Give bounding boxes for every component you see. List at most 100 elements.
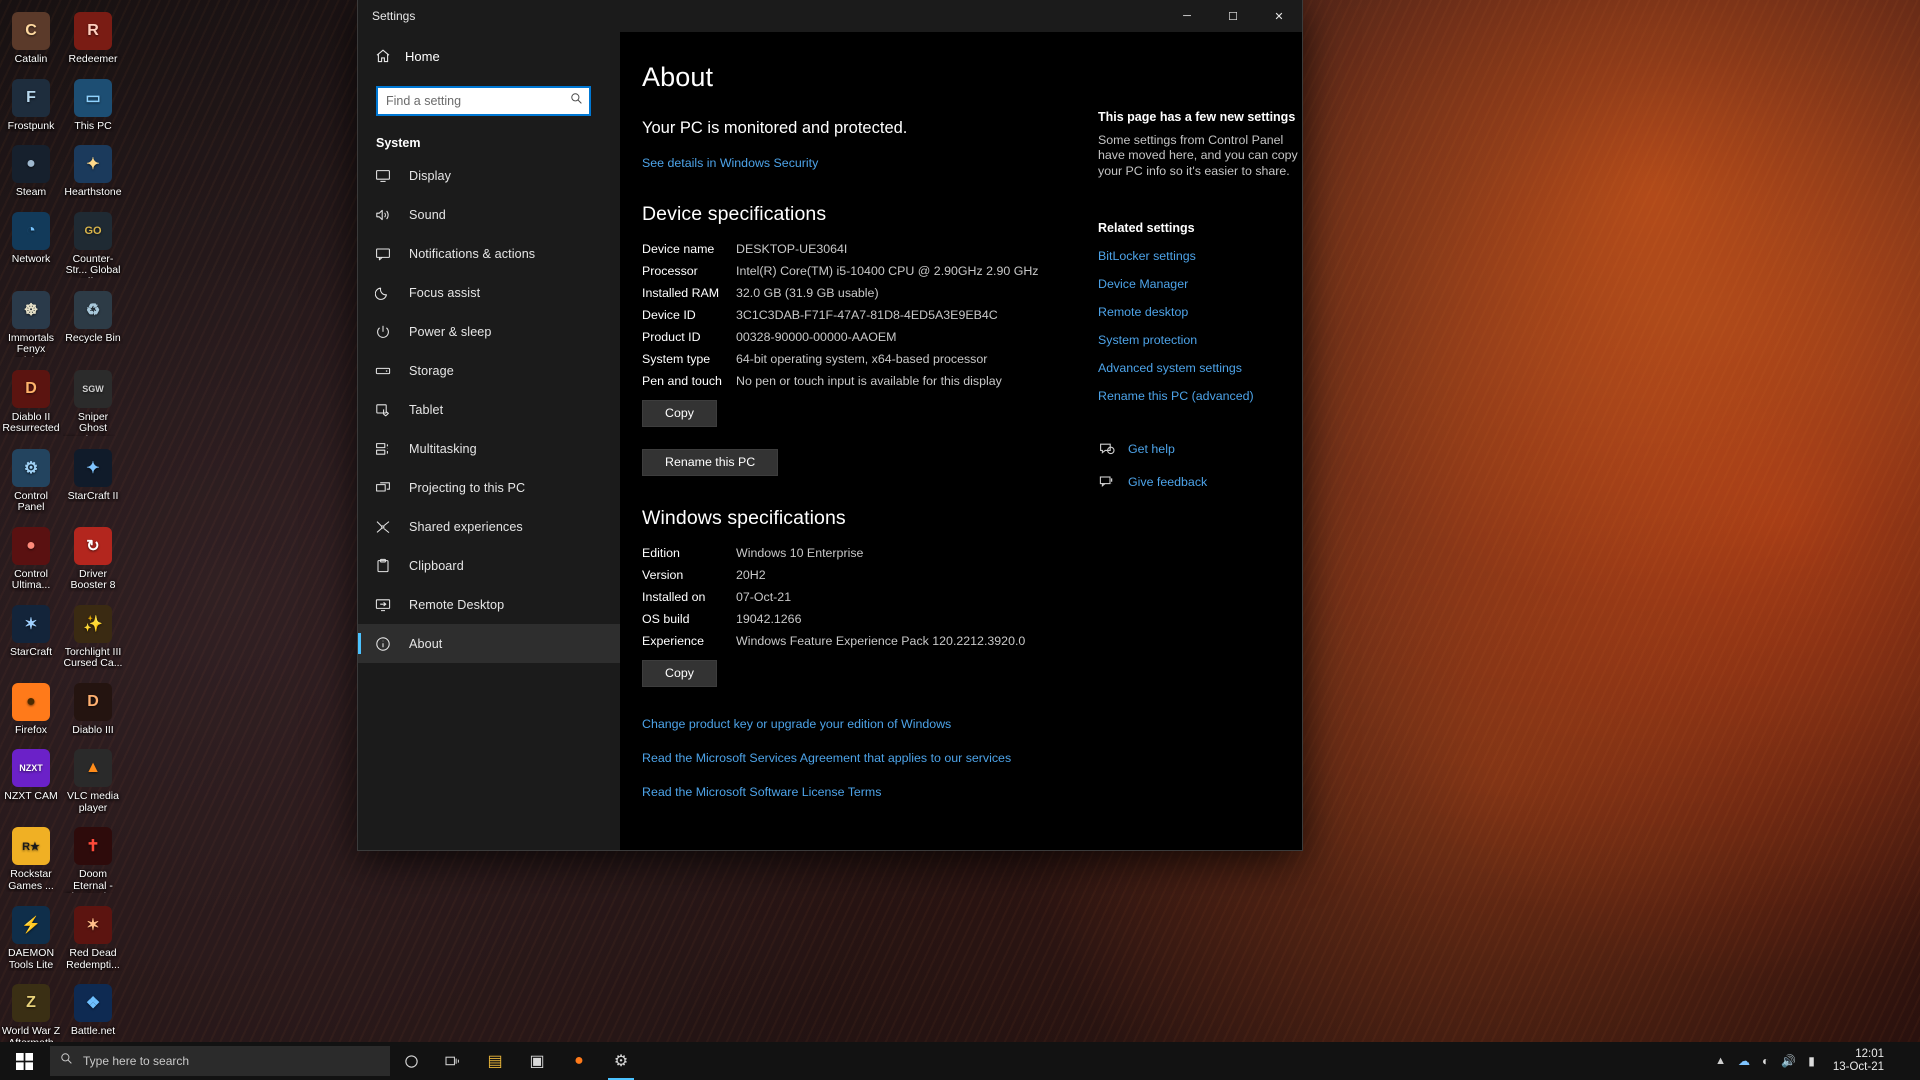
desktop-icon-label: Control Panel: [14, 490, 48, 513]
search-box[interactable]: [376, 86, 591, 116]
desktop-icon[interactable]: ↻ Driver Booster 8: [62, 521, 124, 595]
desktop-icon[interactable]: ● Steam: [0, 139, 62, 202]
microsoft-store-icon[interactable]: ▣: [516, 1042, 558, 1080]
desktop-icon[interactable]: ⚡ DAEMON Tools Lite: [0, 900, 62, 974]
about-bottom-link[interactable]: Read the Microsoft Services Agreement th…: [642, 751, 1011, 765]
cortana-button[interactable]: [390, 1042, 432, 1080]
desktop-icon[interactable]: ● Firefox: [0, 677, 62, 740]
desktop-icon[interactable]: ▭ This PC: [62, 73, 124, 136]
desktop-icon-label: Frostpunk: [7, 120, 55, 132]
related-settings-link[interactable]: BitLocker settings: [1098, 249, 1302, 263]
maximize-button[interactable]: ☐: [1210, 0, 1256, 32]
window-title: Settings: [372, 9, 416, 23]
related-settings-link[interactable]: System protection: [1098, 333, 1302, 347]
get-help-row[interactable]: Get help: [1098, 441, 1302, 457]
desktop-icon[interactable]: ▲ VLC media player: [62, 743, 124, 817]
sidebar-item-about[interactable]: About: [358, 624, 620, 663]
desktop-icon[interactable]: ❖ Battle.net: [62, 978, 124, 1052]
control-panel-icon: ⚙: [12, 448, 50, 487]
taskbar-search[interactable]: Type here to search: [50, 1046, 390, 1076]
sidebar-item-sound[interactable]: Sound: [358, 195, 620, 234]
sidebar-item-display[interactable]: Display: [358, 156, 620, 195]
sidebar-item-shared-experiences[interactable]: Shared experiences: [358, 507, 620, 546]
settings-taskbar-icon[interactable]: ⚙: [600, 1042, 642, 1080]
desktop-icon-label: Torchlight III Cursed Ca...: [63, 646, 123, 669]
get-help-link[interactable]: Get help: [1128, 442, 1175, 456]
sidebar-item-remote-desktop[interactable]: Remote Desktop: [358, 585, 620, 624]
give-feedback-link[interactable]: Give feedback: [1128, 475, 1207, 489]
spec-value: Windows 10 Enterprise: [736, 546, 864, 560]
desktop-icon[interactable]: ZWorld War Z Aftermath: [0, 978, 62, 1052]
desktop-icon-label: Control Ultima...: [11, 568, 51, 591]
desktop-icon[interactable]: ◔ Network: [0, 206, 62, 281]
desktop-icon[interactable]: GO Counter-Str... Global Offe...: [62, 206, 124, 281]
volume-tray-icon[interactable]: 🔊: [1781, 1054, 1796, 1068]
related-settings-link[interactable]: Remote desktop: [1098, 305, 1302, 319]
desktop-icon[interactable]: ✦ Hearthstone: [62, 139, 124, 202]
desktop-icon[interactable]: ● Control Ultima...: [0, 521, 62, 595]
desktop-icon[interactable]: F Frostpunk: [0, 73, 62, 136]
desktop-icon-label: Red Dead Redempti...: [66, 948, 120, 971]
sidebar-item-projecting-to-this-pc[interactable]: Projecting to this PC: [358, 468, 620, 507]
spec-value: 19042.1266: [736, 612, 802, 626]
desktop-icon[interactable]: ♻ Recycle Bin: [62, 285, 124, 360]
desktop-icon[interactable]: C Catalin: [0, 6, 62, 69]
firefox-taskbar-icon[interactable]: ●: [558, 1042, 600, 1080]
spec-key: Processor: [642, 264, 698, 278]
desktop-icon[interactable]: D Diablo II Resurrected: [0, 364, 62, 439]
desktop-icon[interactable]: ✨ Torchlight III Cursed Ca...: [62, 599, 124, 673]
battery-tray-icon[interactable]: ▮: [1808, 1054, 1815, 1068]
sidebar-item-tablet[interactable]: Tablet: [358, 390, 620, 429]
taskbar-clock[interactable]: 12:01 13-Oct-21: [1827, 1048, 1890, 1074]
wifi-tray-icon[interactable]: ◐: [1762, 1054, 1769, 1068]
desktop-icon[interactable]: NZXT NZXT CAM: [0, 743, 62, 817]
sidebar-item-notifications-actions[interactable]: Notifications & actions: [358, 234, 620, 273]
about-bottom-link[interactable]: Change product key or upgrade your editi…: [642, 717, 951, 731]
search-icon[interactable]: [570, 92, 583, 110]
give-feedback-row[interactable]: Give feedback: [1098, 474, 1302, 490]
desktop-icon[interactable]: ✦ StarCraft II: [62, 443, 124, 517]
task-view-button[interactable]: [432, 1042, 474, 1080]
desktop-icon[interactable]: R★ Rockstar Games ...: [0, 821, 62, 896]
device-copy-button[interactable]: Copy: [642, 400, 717, 427]
network-icon: ◔: [12, 211, 50, 250]
desktop-icon[interactable]: D Diablo III: [62, 677, 124, 740]
onedrive-tray-icon[interactable]: ☁: [1738, 1054, 1750, 1068]
spec-row: Pen and touch No pen or touch input is av…: [642, 374, 1038, 396]
sidebar-item-power-sleep[interactable]: Power & sleep: [358, 312, 620, 351]
related-settings-link[interactable]: Advanced system settings: [1098, 361, 1302, 375]
file-explorer-icon[interactable]: ▤: [474, 1042, 516, 1080]
desktop-icon-label: Hearthstone: [64, 187, 122, 198]
clipboard-icon: [374, 557, 391, 574]
sidebar-item-storage[interactable]: Storage: [358, 351, 620, 390]
desktop-icon[interactable]: SGW Sniper Ghost Warrior Co...: [62, 364, 124, 439]
desktop-icon[interactable]: ✶ Red Dead Redempti...: [62, 900, 124, 974]
windows-copy-button[interactable]: Copy: [642, 660, 717, 687]
close-button[interactable]: ✕: [1256, 0, 1302, 32]
windows-security-link[interactable]: See details in Windows Security: [642, 156, 818, 170]
about-main-column: About Your PC is monitored and protected…: [620, 32, 1070, 850]
related-settings-link[interactable]: Device Manager: [1098, 277, 1302, 291]
window-title-bar[interactable]: Settings ─ ☐ ✕: [358, 0, 1302, 32]
rename-pc-button[interactable]: Rename this PC: [642, 449, 779, 476]
related-settings-link[interactable]: Rename this PC (advanced): [1098, 389, 1302, 403]
desktop-icon[interactable]: R Redeemer: [62, 6, 124, 69]
sidebar-item-focus-assist[interactable]: Focus assist: [358, 273, 620, 312]
desktop-icon-label: Redeemer: [68, 54, 118, 65]
start-button[interactable]: [0, 1042, 48, 1080]
spec-key: Version: [642, 568, 684, 582]
desktop-icon[interactable]: ☸ Immortals Fenyx Rising: [0, 285, 62, 360]
desktop-icon[interactable]: ✝ Doom Eternal - The Ancie...: [62, 821, 124, 896]
tray-show-hidden-icon[interactable]: ▲: [1715, 1055, 1726, 1067]
spec-row: Installed RAM 32.0 GB (31.9 GB usable): [642, 286, 1038, 308]
desktop-icon[interactable]: ✶ StarCraft: [0, 599, 62, 673]
about-bottom-link[interactable]: Read the Microsoft Software License Term…: [642, 785, 881, 799]
nzxt-cam-icon: NZXT: [12, 749, 50, 787]
desktop-icon[interactable]: ⚙ Control Panel: [0, 443, 62, 517]
sidebar-item-multitasking[interactable]: Multitasking: [358, 429, 620, 468]
minimize-button[interactable]: ─: [1164, 0, 1210, 32]
sidebar-item-clipboard[interactable]: Clipboard: [358, 546, 620, 585]
search-input[interactable]: [386, 94, 570, 108]
notification-center-button[interactable]: [1902, 1042, 1910, 1080]
sidebar-item-home[interactable]: Home: [358, 36, 620, 76]
